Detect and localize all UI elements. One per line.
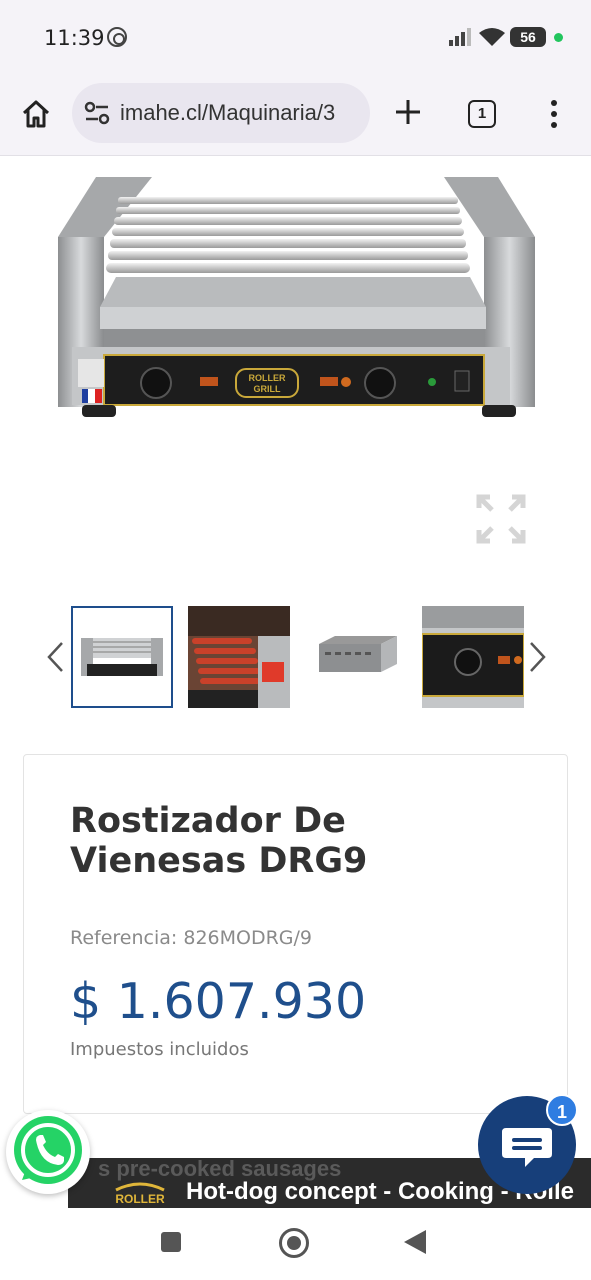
chevron-left-icon[interactable]: [44, 640, 68, 674]
thumbnail-1-image: [73, 608, 171, 706]
tax-note: Impuestos incluidos: [70, 1039, 249, 1060]
new-tab-icon[interactable]: [392, 96, 424, 128]
expand-icon[interactable]: [476, 494, 526, 544]
thumbnail-3[interactable]: [305, 606, 407, 708]
home-icon[interactable]: [20, 98, 52, 130]
system-nav-bar: [0, 1208, 591, 1280]
product-reference: Referencia: 826MODRG/9: [70, 927, 313, 949]
product-info-card: Rostizador De Vienesas DRG9 Referencia: …: [23, 754, 568, 1114]
more-menu-icon[interactable]: [544, 98, 564, 130]
thumbnail-3-image: [305, 606, 407, 708]
product-title: Rostizador De Vienesas DRG9: [70, 801, 368, 881]
wifi-icon: [479, 28, 505, 46]
whatsapp-button[interactable]: [6, 1110, 90, 1194]
thumbnail-2[interactable]: [188, 606, 290, 708]
privacy-dot-icon: [554, 33, 563, 42]
site-settings-icon[interactable]: [84, 101, 110, 125]
tab-switcher-button[interactable]: 1: [468, 100, 496, 128]
video-channel-logo: ROLLER: [115, 1182, 165, 1206]
whatsapp-icon: [14, 1116, 82, 1184]
back-icon[interactable]: [404, 1230, 426, 1254]
url-text: imahe.cl/Maquinaria/3: [120, 100, 336, 125]
status-time: 11:39: [44, 26, 105, 50]
vpn-icon: [107, 27, 127, 47]
url-bar[interactable]: imahe.cl/Maquinaria/3: [72, 83, 370, 143]
chevron-right-icon[interactable]: [525, 640, 549, 674]
thumbnail-carousel: [0, 604, 591, 710]
brand-line-1: ROLLER: [249, 373, 286, 383]
thumbnail-2-image: [188, 606, 290, 708]
battery-indicator: 56: [510, 27, 546, 47]
thumbnail-4-image: [422, 606, 524, 708]
signal-icon: [449, 28, 471, 46]
thumbnail-1[interactable]: [71, 606, 173, 708]
thumbnail-4[interactable]: [422, 606, 524, 708]
recents-icon[interactable]: [161, 1232, 181, 1252]
browser-toolbar: imahe.cl/Maquinaria/3 1: [0, 76, 591, 156]
video-logo-text: ROLLER: [115, 1192, 165, 1206]
status-bar: 11:39 56: [0, 0, 591, 76]
product-price: $ 1.607.930: [70, 973, 367, 1030]
rollers: [106, 197, 470, 273]
nav-home-icon[interactable]: [279, 1228, 309, 1258]
chat-badge: 1: [546, 1094, 578, 1126]
brand-line-2: GRILL: [254, 384, 281, 394]
